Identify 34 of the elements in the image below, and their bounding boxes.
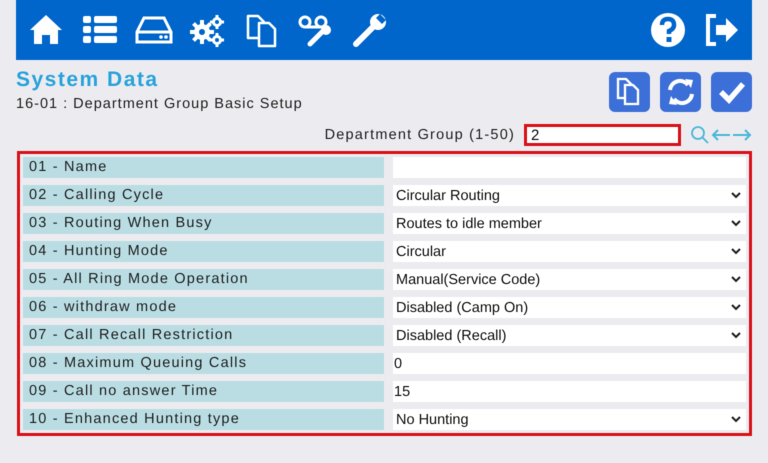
caret-icon [731,304,741,311]
setting-label: 10 - Enhanced Hunting type [23,409,384,430]
group-label: Department Group (1-50) [324,127,515,143]
help-icon[interactable] [648,10,688,50]
setting-label: 02 - Calling Cycle [23,185,384,206]
dropdown[interactable]: Disabled (Recall) [393,325,746,346]
page-subtitle: 16-01 : Department Group Basic Setup [16,96,304,112]
setting-label: 08 - Maximum Queuing Calls [23,353,384,374]
setting-label: 04 - Hunting Mode [23,241,384,262]
dropdown[interactable]: Disabled (Camp On) [393,297,746,318]
caret-icon [731,276,741,283]
dropdown[interactable]: Circular Routing [393,185,746,206]
refresh-button[interactable] [660,72,701,112]
dropdown[interactable]: Manual(Service Code) [393,269,746,290]
caret-icon [731,220,741,227]
setting-label: 07 - Call Recall Restriction [23,325,384,346]
caret-icon [731,332,741,339]
copy-button[interactable] [609,72,650,112]
setting-label: 05 - All Ring Mode Operation [23,269,384,290]
setting-label: 06 - withdraw mode [23,297,384,318]
apply-button[interactable] [711,72,752,112]
caret-icon [731,248,741,255]
setting-label: 03 - Routing When Busy [23,213,384,234]
caret-icon [731,416,741,423]
caret-icon [731,192,741,199]
dropdown[interactable]: Routes to idle member [393,213,746,234]
setting-label: 01 - Name [23,157,384,178]
group-number-field[interactable]: 2 [524,124,681,146]
input-field[interactable]: 0 [393,353,746,374]
input-field[interactable]: 15 [393,381,746,402]
setting-label: 09 - Call no answer Time [23,381,384,402]
dropdown[interactable]: No Hunting [393,409,746,430]
dropdown[interactable]: Circular [393,241,746,262]
page-title: System Data [16,68,160,92]
